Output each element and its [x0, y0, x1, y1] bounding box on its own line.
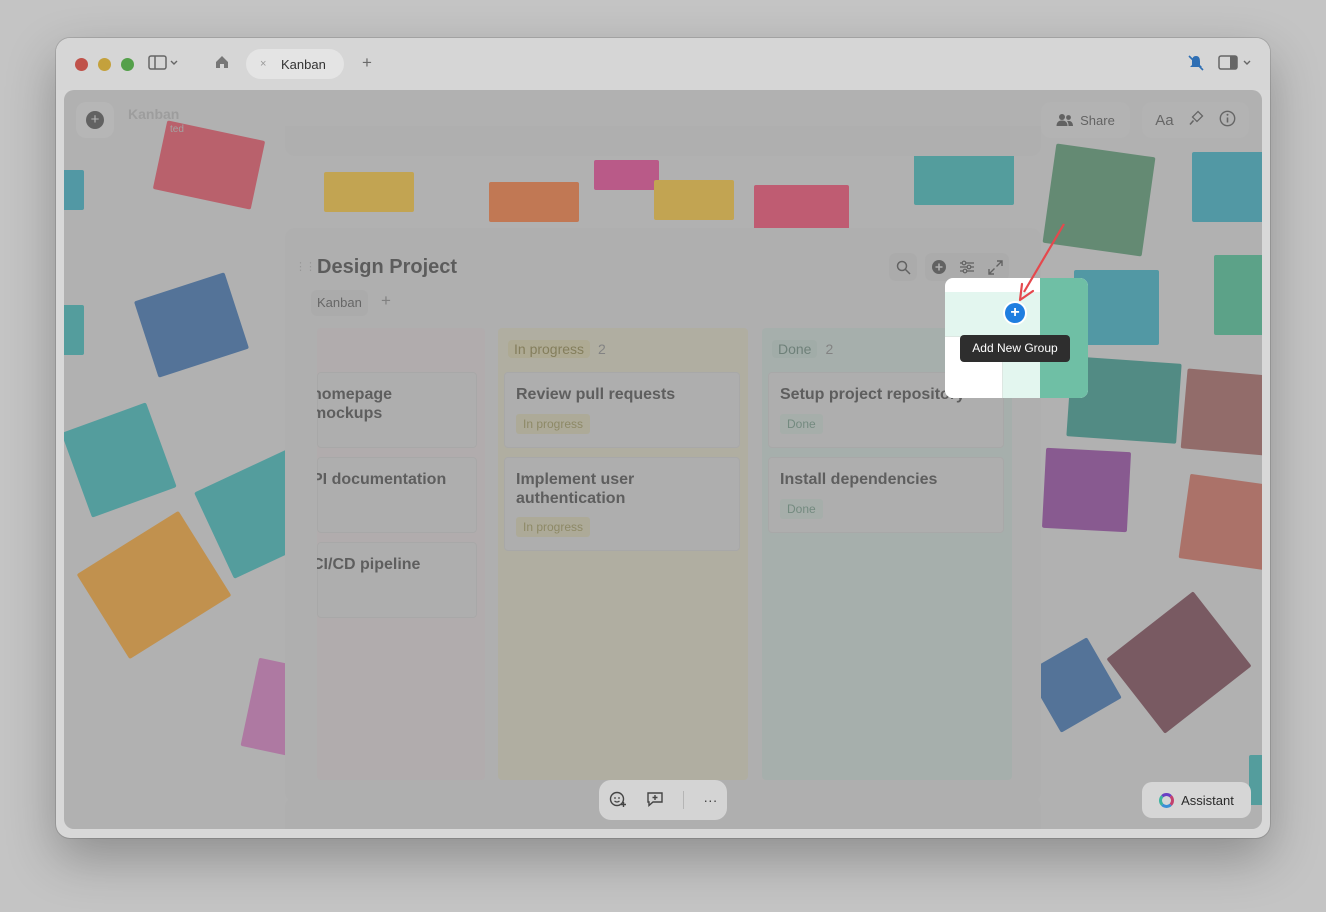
card-title: CI/CD pipeline [317, 556, 421, 573]
expand-icon[interactable] [981, 253, 1009, 281]
right-panel-toggle-icon[interactable] [1218, 54, 1252, 75]
assistant-label: Assistant [1181, 792, 1234, 808]
brush-icon[interactable] [1188, 110, 1204, 130]
title-bar: × Kanban + [56, 38, 1270, 90]
kanban-card[interactable]: PI documentation [317, 457, 477, 533]
kanban-card[interactable]: homepage mockups [317, 372, 477, 448]
share-label: Share [1080, 112, 1115, 128]
column-count: 2 [825, 341, 834, 357]
canvas-area: ⋮⋮ Design Project Kanban + homepage mock… [64, 90, 1262, 829]
card-title: Install dependencies [780, 471, 938, 488]
card-title: PI documentation [317, 471, 447, 488]
toolbar-divider [683, 791, 685, 809]
zoom-window-button[interactable] [121, 58, 134, 71]
card-title: Review pull requests [516, 386, 676, 403]
status-badge: Done [780, 414, 823, 434]
close-window-button[interactable] [75, 58, 88, 71]
doc-subtitle: ted [170, 124, 184, 135]
column-count: 2 [598, 341, 606, 357]
card-title: homepage mockups [317, 386, 393, 422]
font-style-button[interactable]: Aa [1155, 112, 1173, 129]
column-name: Done [772, 340, 818, 358]
info-icon[interactable] [1219, 110, 1236, 131]
tab-close-icon[interactable]: × [260, 58, 272, 70]
home-icon[interactable] [214, 54, 230, 73]
assistant-button[interactable]: Assistant [1142, 782, 1251, 818]
kanban-column: homepage mockups PI documentation CI/CD … [317, 328, 485, 780]
plus-icon: + [86, 111, 104, 129]
sidebar-toggle-icon[interactable] [148, 54, 178, 75]
add-item-icon[interactable] [925, 253, 953, 281]
kanban-card[interactable]: Review pull requests In progress [504, 372, 740, 448]
column-name: In progress [508, 340, 591, 358]
drag-handle-icon[interactable]: ⋮⋮ [295, 260, 316, 273]
board-toolbar [889, 253, 1009, 281]
kanban-card[interactable]: Implement user authentication In progres… [504, 457, 740, 551]
kanban-card[interactable]: CI/CD pipeline [317, 542, 477, 618]
tab-kanban[interactable]: × Kanban [246, 49, 344, 79]
search-icon[interactable] [889, 253, 917, 281]
card-title: Implement user authentication [516, 471, 635, 507]
bottom-toolbar: ··· [599, 780, 727, 820]
doc-tools: Aa [1142, 102, 1249, 138]
status-badge: Done [780, 499, 823, 519]
kanban-column-in-progress: In progress 2 Review pull requests In pr… [498, 328, 748, 780]
filter-settings-icon[interactable] [953, 253, 981, 281]
notification-off-icon[interactable] [1187, 54, 1205, 75]
tab-kanban-view[interactable]: Kanban [311, 290, 368, 316]
add-new-group-tooltip: Add New Group [960, 335, 1070, 362]
tab-label: Kanban [281, 56, 326, 72]
more-options-button[interactable]: ··· [703, 792, 717, 808]
add-comment-icon[interactable] [646, 790, 664, 811]
add-emoji-icon[interactable] [609, 790, 627, 811]
kanban-card[interactable]: Install dependencies Done [768, 457, 1004, 533]
app-window: × Kanban + ⋮⋮ Design Project Kanban + ho… [56, 38, 1270, 838]
people-icon [1056, 114, 1074, 126]
column-header[interactable]: In progress 2 [508, 340, 606, 358]
new-tab-button[interactable]: + [362, 53, 372, 73]
share-button[interactable]: Share [1041, 102, 1130, 138]
status-badge: In progress [516, 517, 591, 537]
previous-block [285, 126, 1041, 156]
add-view-button[interactable]: + [381, 291, 391, 311]
kanban-board: ⋮⋮ Design Project Kanban + homepage mock… [285, 228, 1041, 802]
doc-title: Kanban [128, 106, 180, 122]
assistant-icon [1159, 792, 1175, 808]
board-title: Design Project [317, 256, 458, 278]
pointer-arrow-icon [1018, 223, 1065, 302]
add-block-button[interactable]: + [76, 102, 114, 138]
column-header[interactable]: Done 2 [772, 340, 833, 358]
minimize-window-button[interactable] [98, 58, 111, 71]
status-badge: In progress [516, 414, 591, 434]
